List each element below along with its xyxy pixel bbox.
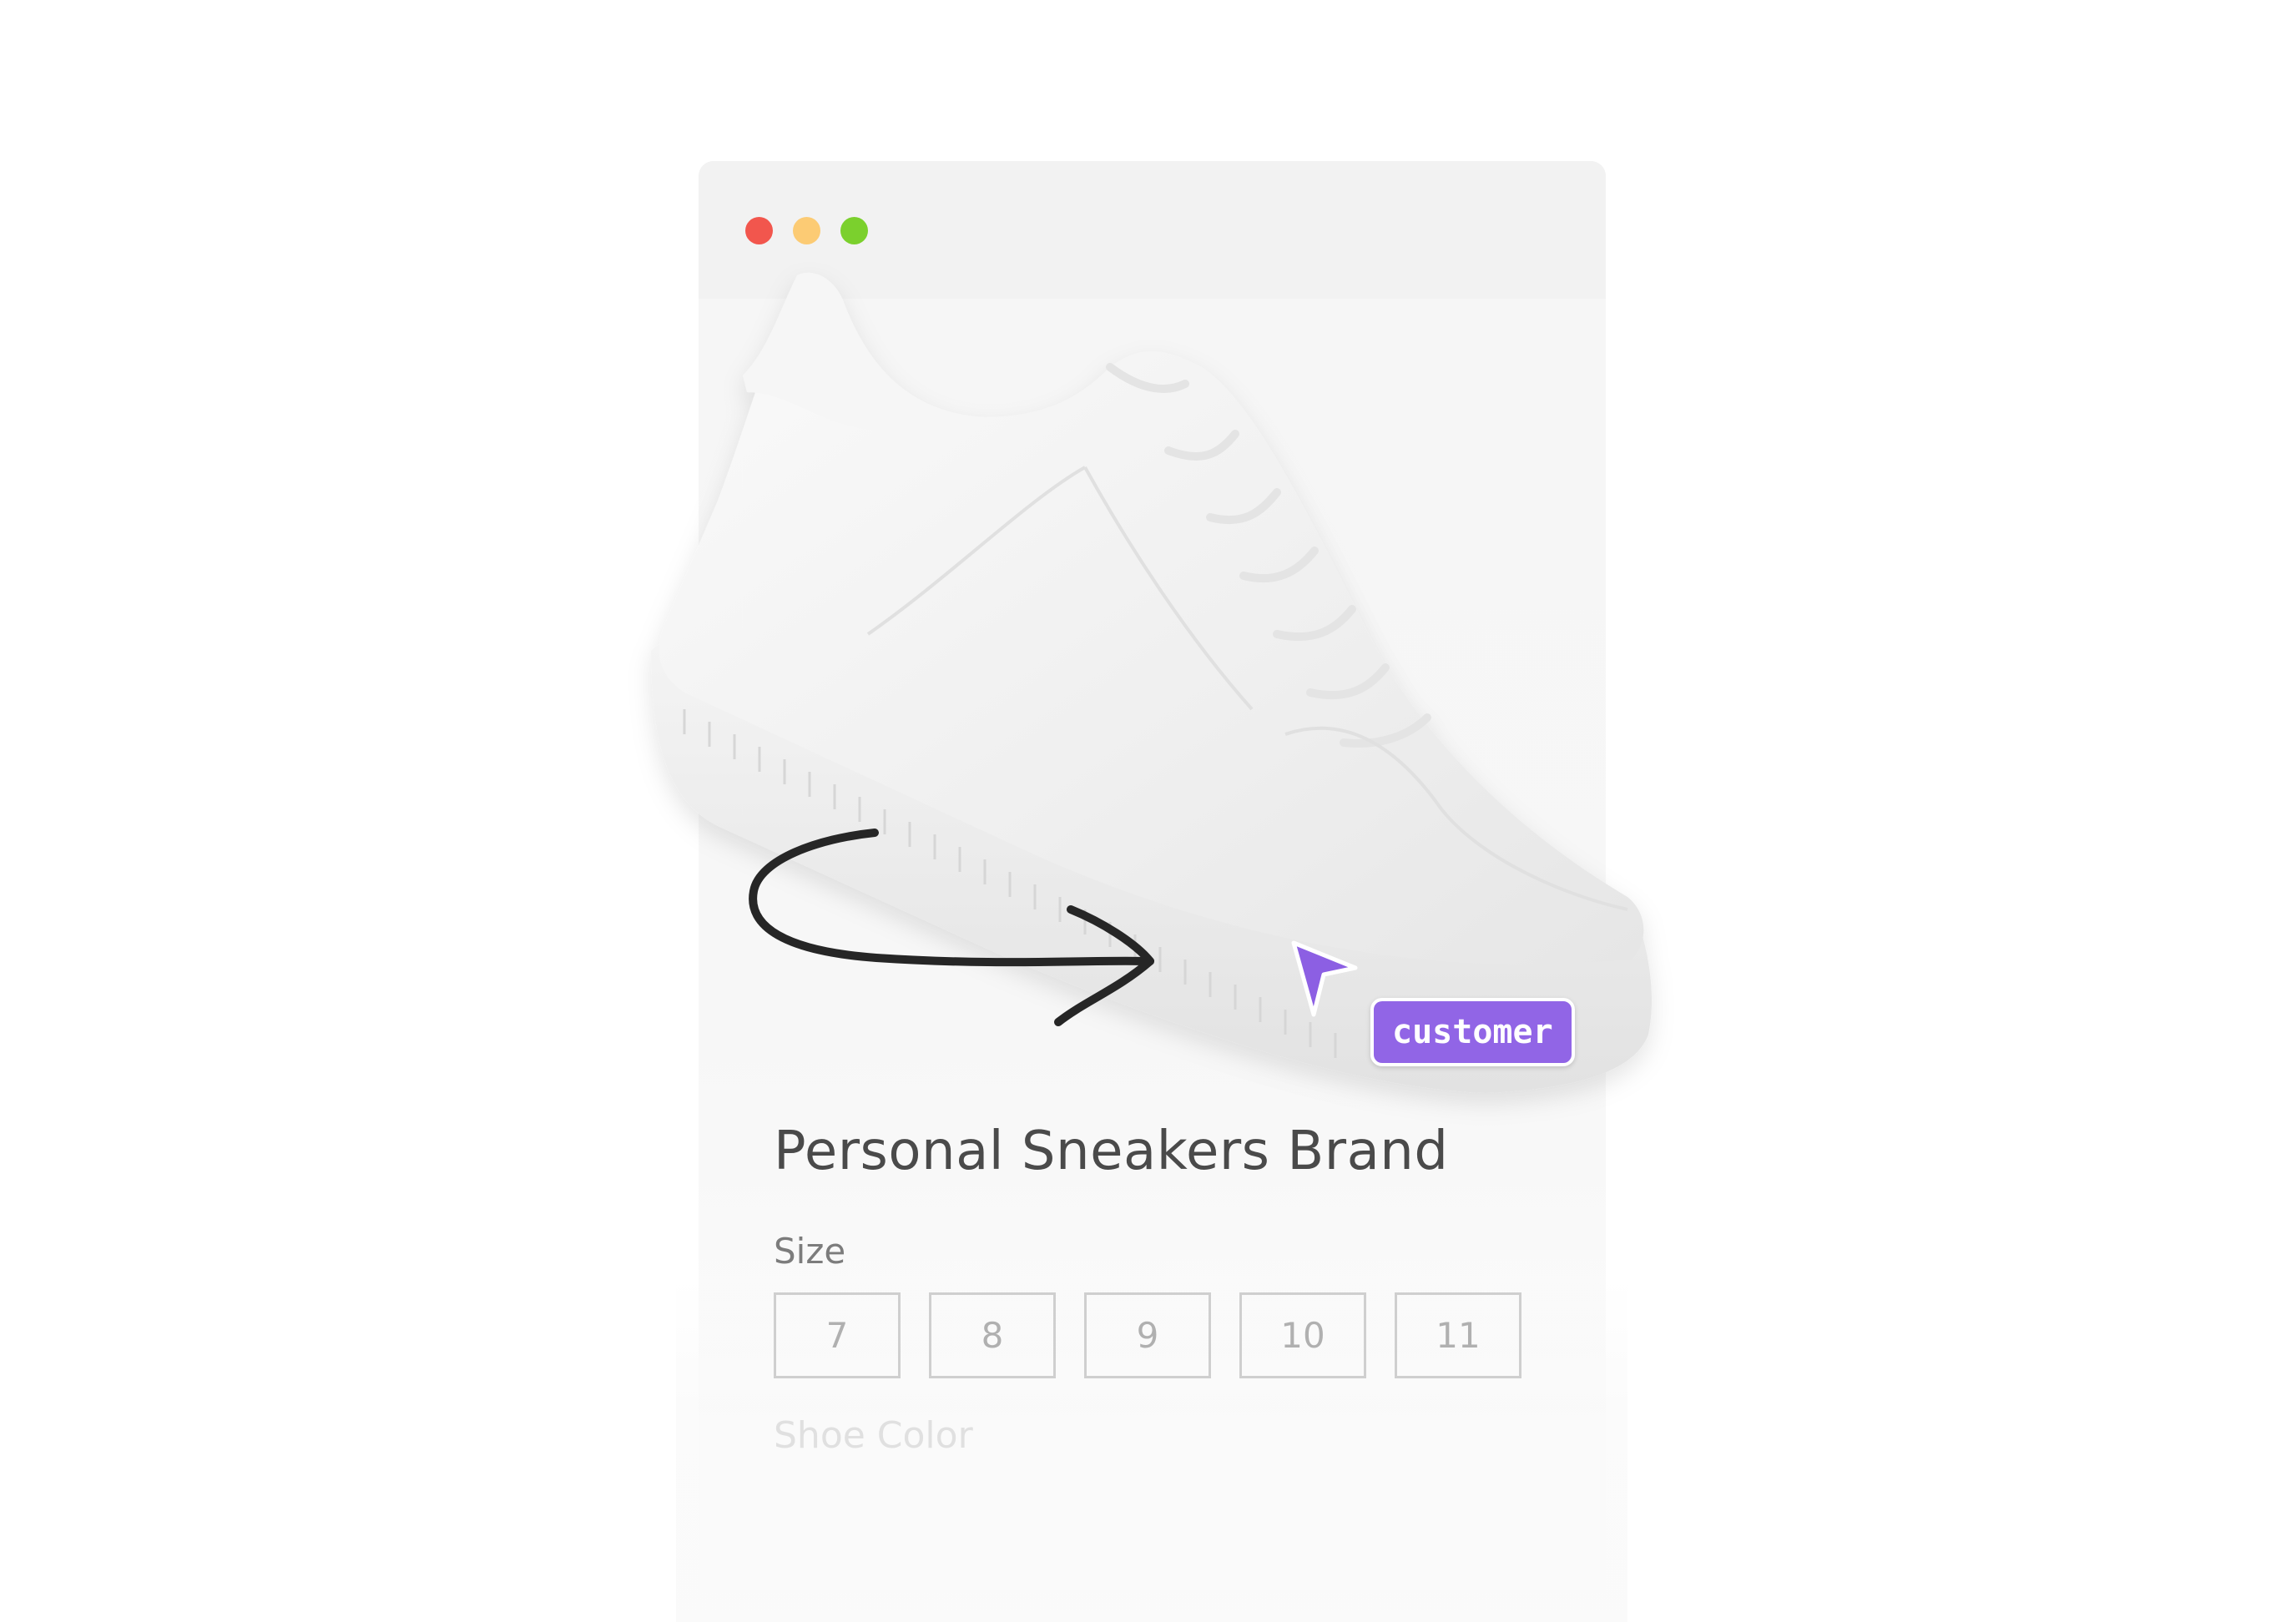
product-title: Personal Sneakers Brand [774,1121,1449,1182]
size-label: Size [774,1231,846,1272]
white-sneaker-image [651,272,1653,1093]
customer-tag: customer [1370,998,1575,1066]
shoe-color-label: Shoe Color [774,1414,973,1457]
stage: customer Personal Sneakers Brand Size 7 … [0,0,2296,1622]
size-option-7[interactable]: 7 [774,1292,901,1378]
size-options: 7 8 9 10 11 [774,1292,1521,1378]
size-option-11[interactable]: 11 [1395,1292,1521,1378]
size-option-9[interactable]: 9 [1084,1292,1211,1378]
pointer-arrow-icon [1291,940,1358,1017]
size-option-8[interactable]: 8 [929,1292,1056,1378]
size-option-10[interactable]: 10 [1239,1292,1366,1378]
